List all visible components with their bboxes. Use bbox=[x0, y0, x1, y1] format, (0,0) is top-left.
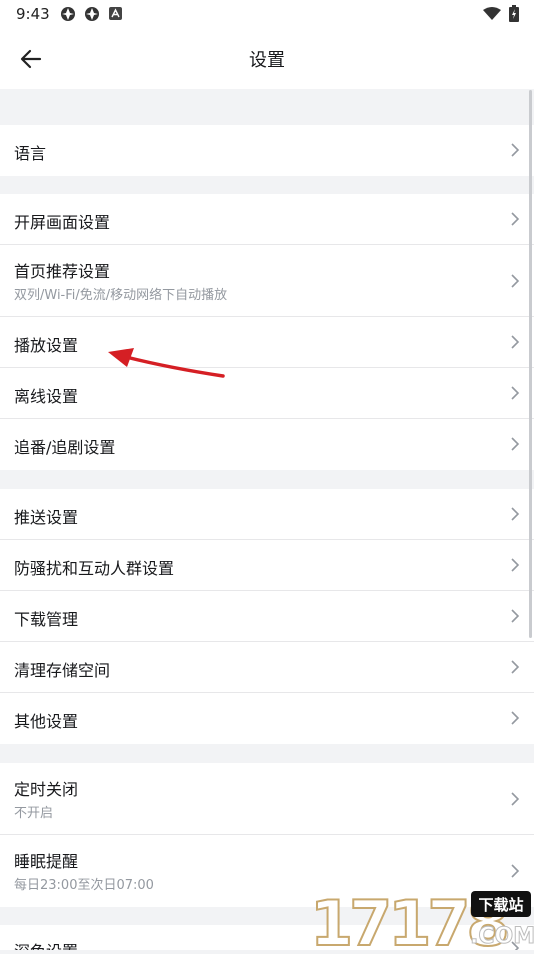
row-label: 定时关闭 bbox=[14, 780, 79, 799]
chevron-right-icon bbox=[511, 792, 520, 806]
timer-off-row[interactable]: 定时关闭 不开启 bbox=[0, 763, 534, 835]
row-label: 开屏画面设置 bbox=[14, 213, 111, 232]
svg-text:.COM: .COM bbox=[470, 924, 534, 949]
chevron-right-icon bbox=[511, 274, 520, 288]
watermark-logo: 17178 下载站 .COM bbox=[308, 883, 534, 954]
svg-text:下载站: 下载站 bbox=[478, 896, 523, 914]
chevron-right-icon bbox=[511, 437, 520, 451]
battery-icon bbox=[509, 5, 519, 22]
download-management-row[interactable]: 下载管理 bbox=[0, 591, 534, 642]
row-label: 推送设置 bbox=[14, 508, 79, 527]
row-subtitle: 双列/Wi-Fi/免流/移动网络下自动播放 bbox=[14, 288, 228, 303]
chevron-right-icon bbox=[511, 212, 520, 226]
chevron-right-icon bbox=[511, 335, 520, 349]
chevron-right-icon bbox=[511, 507, 520, 521]
row-label: 深色设置 bbox=[14, 938, 78, 950]
chevron-right-icon bbox=[511, 864, 520, 878]
row-label: 其他设置 bbox=[14, 712, 79, 731]
top-app-bar: 设置 bbox=[0, 28, 534, 89]
status-bar: 9:43 bbox=[0, 0, 534, 28]
page-title: 设置 bbox=[249, 50, 285, 71]
chevron-right-icon bbox=[511, 711, 520, 725]
clear-storage-row[interactable]: 清理存储空间 bbox=[0, 642, 534, 693]
language-row[interactable]: 语言 bbox=[0, 125, 534, 176]
row-label: 语言 bbox=[14, 144, 47, 163]
offline-settings-row[interactable]: 离线设置 bbox=[0, 368, 534, 419]
anti-harassment-settings-row[interactable]: 防骚扰和互动人群设置 bbox=[0, 540, 534, 591]
row-label: 防骚扰和互动人群设置 bbox=[14, 559, 175, 578]
chevron-right-icon bbox=[511, 386, 520, 400]
notification-app-icon bbox=[85, 7, 99, 21]
home-recommend-settings-row[interactable]: 首页推荐设置 双列/Wi-Fi/免流/移动网络下自动播放 bbox=[0, 245, 534, 317]
settings-group-playback: 开屏画面设置 首页推荐设置 双列/Wi-Fi/免流/移动网络下自动播放 播放设置… bbox=[0, 194, 534, 470]
row-label: 睡眠提醒 bbox=[14, 852, 79, 871]
row-subtitle: 每日23:00至次日07:00 bbox=[14, 878, 154, 893]
row-label: 追番/追剧设置 bbox=[14, 438, 116, 457]
row-label: 离线设置 bbox=[14, 387, 79, 406]
chevron-right-icon bbox=[511, 143, 520, 157]
settings-group-general: 推送设置 防骚扰和互动人群设置 下载管理 清理存储空间 其他设置 bbox=[0, 489, 534, 744]
push-settings-row[interactable]: 推送设置 bbox=[0, 489, 534, 540]
chevron-right-icon bbox=[511, 558, 520, 572]
wifi-icon bbox=[483, 7, 501, 20]
notification-a-icon bbox=[109, 7, 122, 20]
follow-series-settings-row[interactable]: 追番/追剧设置 bbox=[0, 419, 534, 470]
chevron-right-icon bbox=[511, 660, 520, 674]
row-label: 下载管理 bbox=[14, 610, 79, 629]
chevron-right-icon bbox=[511, 609, 520, 623]
other-settings-row[interactable]: 其他设置 bbox=[0, 693, 534, 744]
row-subtitle: 不开启 bbox=[14, 806, 54, 821]
scrollbar[interactable] bbox=[529, 90, 532, 638]
notification-app-icon bbox=[61, 7, 75, 21]
row-label: 首页推荐设置 bbox=[14, 262, 111, 281]
row-label: 播放设置 bbox=[14, 336, 79, 355]
playback-settings-row[interactable]: 播放设置 bbox=[0, 317, 534, 368]
settings-group-language: 语言 bbox=[0, 125, 534, 176]
status-time: 9:43 bbox=[16, 5, 50, 23]
splash-screen-settings-row[interactable]: 开屏画面设置 bbox=[0, 194, 534, 245]
row-label: 清理存储空间 bbox=[14, 661, 111, 680]
